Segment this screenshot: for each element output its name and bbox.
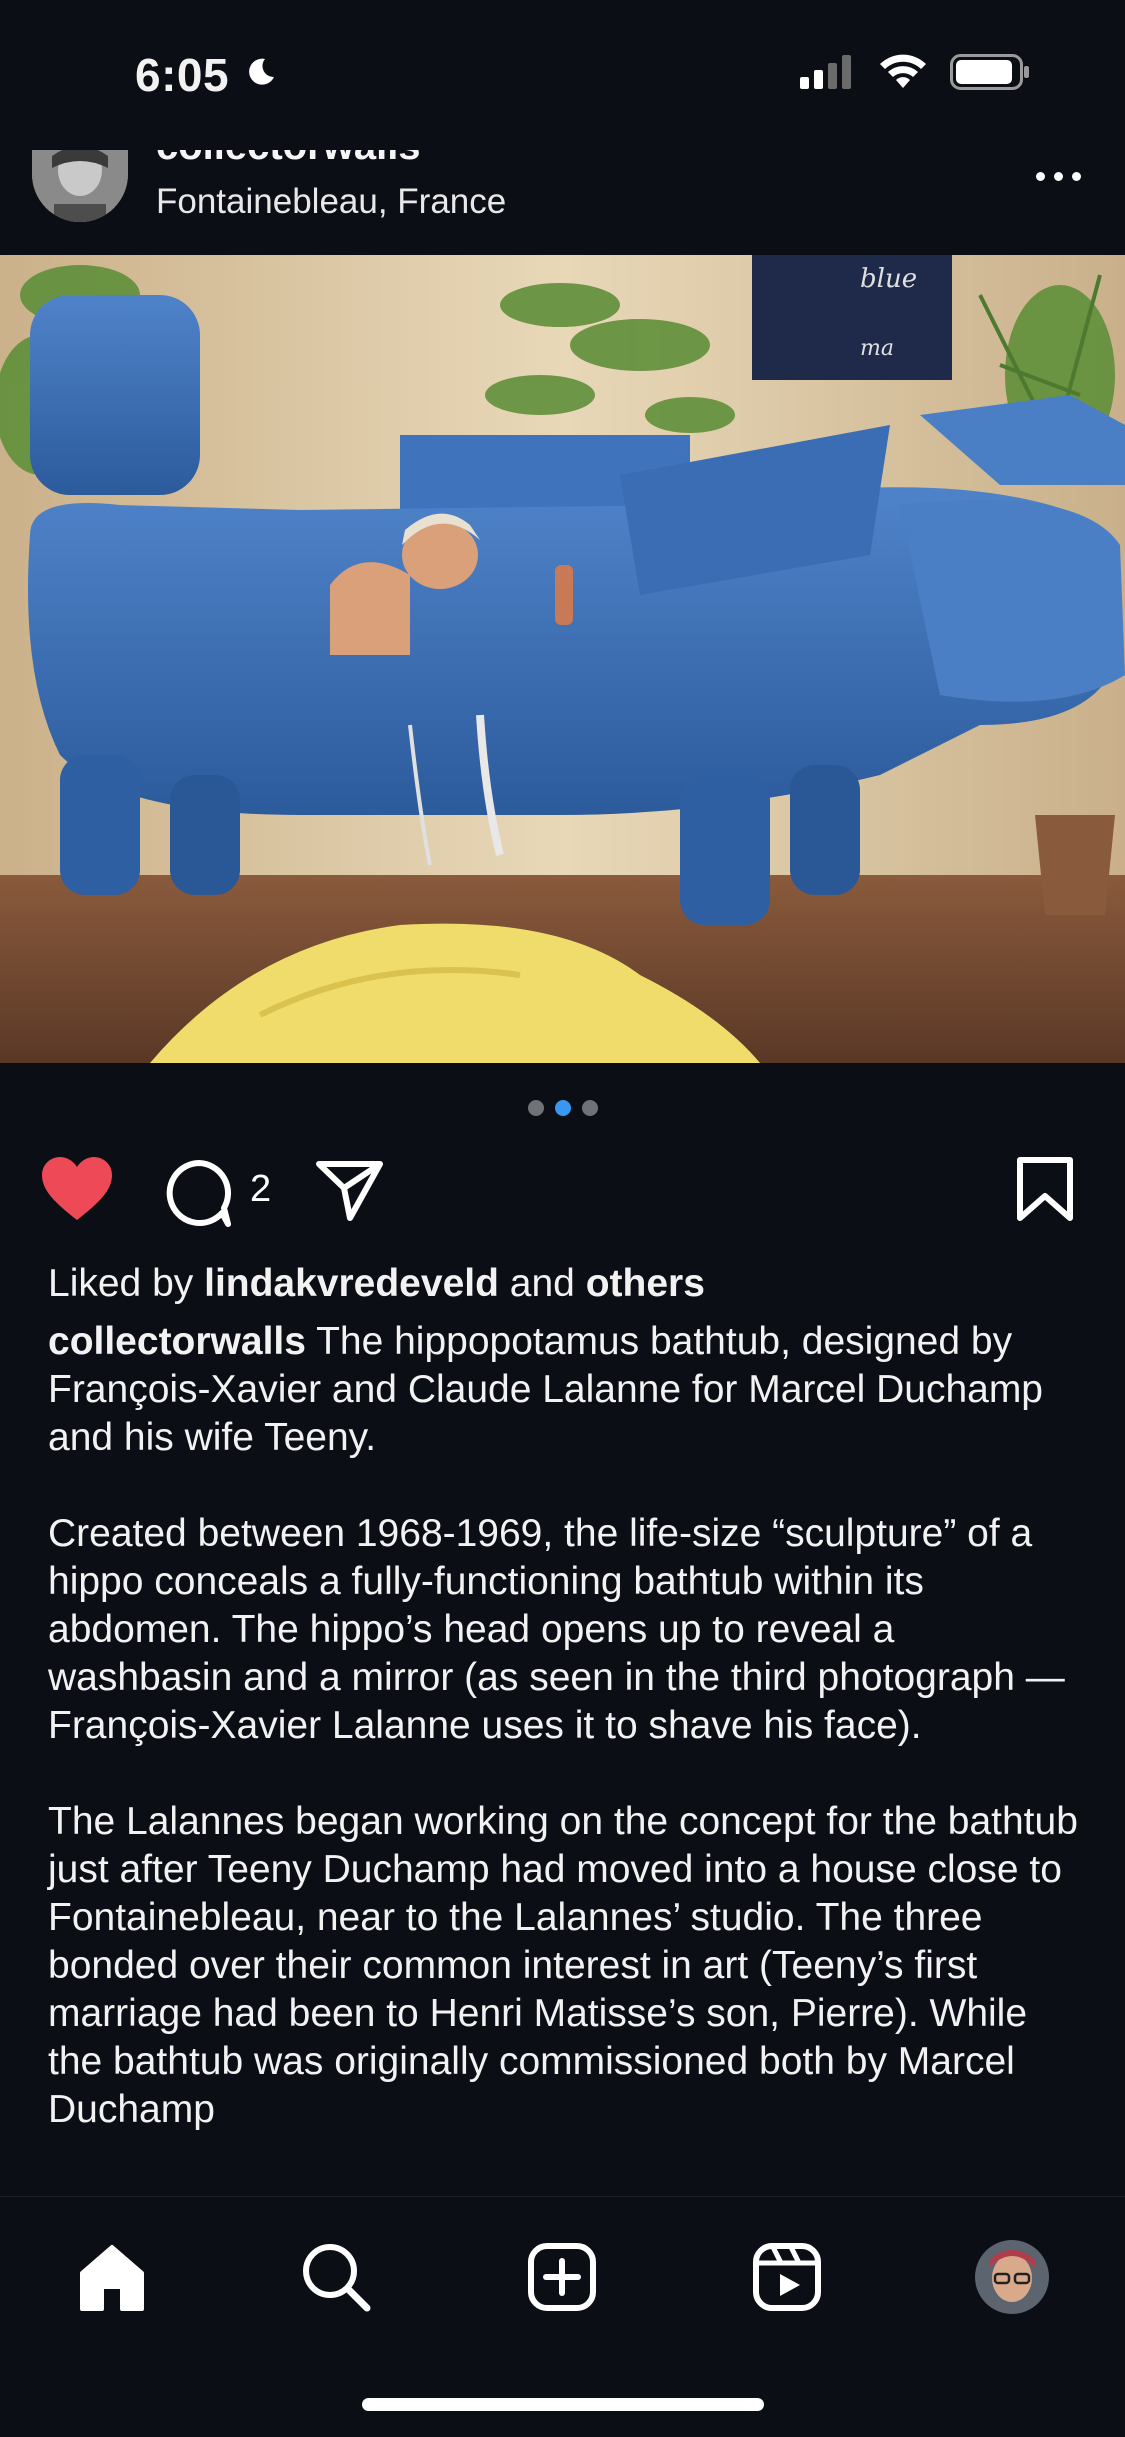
caption-paragraph-2: Created between 1968-1969, the life-size… xyxy=(48,1512,1065,1747)
author-username[interactable]: collectorwalls xyxy=(156,150,421,169)
tab-reels[interactable] xyxy=(747,2237,827,2317)
home-icon xyxy=(80,2245,144,2311)
tab-home[interactable] xyxy=(72,2237,152,2317)
carousel-indicator xyxy=(0,1100,1125,1116)
tab-create[interactable] xyxy=(522,2237,602,2317)
home-indicator[interactable] xyxy=(362,2398,764,2411)
profile-avatar xyxy=(975,2240,1049,2314)
share-icon[interactable] xyxy=(316,1160,384,1222)
more-options-icon[interactable] xyxy=(1036,172,1081,181)
comment-count: 2 xyxy=(250,1168,272,1210)
search-icon xyxy=(303,2244,371,2312)
create-icon xyxy=(528,2243,596,2311)
signal-icon xyxy=(800,55,851,89)
tab-profile[interactable] xyxy=(972,2237,1052,2317)
likes-prefix: Liked by xyxy=(48,1262,194,1305)
reels-icon xyxy=(753,2243,821,2311)
wall-sign-text-1: blue xyxy=(860,264,917,294)
tab-search[interactable] xyxy=(296,2237,376,2317)
comment-icon[interactable] xyxy=(164,1158,234,1228)
author-avatar[interactable] xyxy=(32,150,128,222)
likes-conjunction: and xyxy=(509,1262,575,1305)
post-location[interactable]: Fontainebleau, France xyxy=(156,182,506,222)
liked-by-others[interactable]: others xyxy=(586,1262,705,1305)
carousel-dot xyxy=(581,1100,598,1116)
wifi-icon xyxy=(880,54,926,88)
bookmark-icon[interactable] xyxy=(1016,1156,1074,1222)
post-caption: collectorwalls The hippopotamus bathtub,… xyxy=(48,1318,1088,2182)
post-photo[interactable]: blue ma xyxy=(0,255,1125,1063)
caption-username[interactable]: collectorwalls xyxy=(48,1320,306,1363)
battery-icon xyxy=(950,54,1029,90)
likes-line: Liked by lindakvredeveld and others xyxy=(48,1262,705,1306)
caption-paragraph-3: The Lalannes began working on the concep… xyxy=(48,1800,1078,2131)
status-bar: 6:05 xyxy=(0,0,1125,150)
heart-icon[interactable] xyxy=(40,1156,114,1222)
carousel-dot xyxy=(527,1100,544,1116)
status-time: 6:05 xyxy=(135,49,230,101)
carousel-dot-active xyxy=(554,1100,571,1116)
post-actions: 2 xyxy=(0,1150,1125,1230)
liked-by-user[interactable]: lindakvredeveld xyxy=(204,1262,499,1305)
post-header: collectorwalls Fontainebleau, France xyxy=(0,150,1125,255)
status-icons xyxy=(800,54,1030,90)
wall-sign-text-2: ma xyxy=(860,336,894,361)
focus-moon-icon xyxy=(249,58,274,85)
